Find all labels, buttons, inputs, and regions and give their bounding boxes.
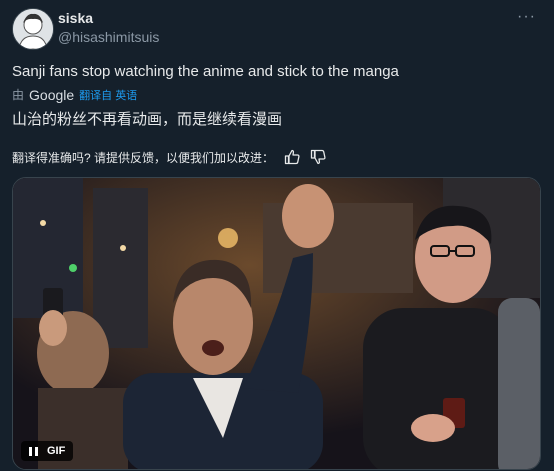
gif-badge: GIF xyxy=(21,441,74,461)
tweet-text: Sanji fans stop watching the anime and s… xyxy=(12,63,399,80)
pause-icon[interactable] xyxy=(29,446,38,456)
feedback-question: 翻译得准确吗? 请提供反馈，以便我们加以改进： xyxy=(12,150,275,165)
thumbs-down-icon[interactable] xyxy=(310,149,326,165)
avatar[interactable] xyxy=(12,8,54,50)
gif-label: GIF xyxy=(47,445,66,457)
translated-text: 山治的粉丝不再看动画，而是继续看漫画 xyxy=(12,111,283,128)
author-name[interactable]: siska xyxy=(58,10,93,26)
translation-attribution: 由 Google 翻译自 英语 xyxy=(12,86,137,103)
thumbs-up-icon[interactable] xyxy=(284,149,300,165)
tweet: siska @hisashimitsuis ··· Sanji fans sto… xyxy=(0,0,554,471)
translation-by-label: 由 xyxy=(12,88,25,102)
gif-media[interactable]: GIF xyxy=(12,177,541,470)
google-provider: Google xyxy=(29,86,75,103)
avatar-image xyxy=(13,9,53,49)
translation-direction-link[interactable]: 翻译自 英语 xyxy=(79,87,137,103)
translation-feedback: 翻译得准确吗? 请提供反馈，以便我们加以改进： xyxy=(12,148,326,166)
author-handle[interactable]: @hisashimitsuis xyxy=(58,29,159,45)
more-horizontal-icon[interactable]: ··· xyxy=(517,8,536,26)
gif-frame-image xyxy=(13,178,540,469)
